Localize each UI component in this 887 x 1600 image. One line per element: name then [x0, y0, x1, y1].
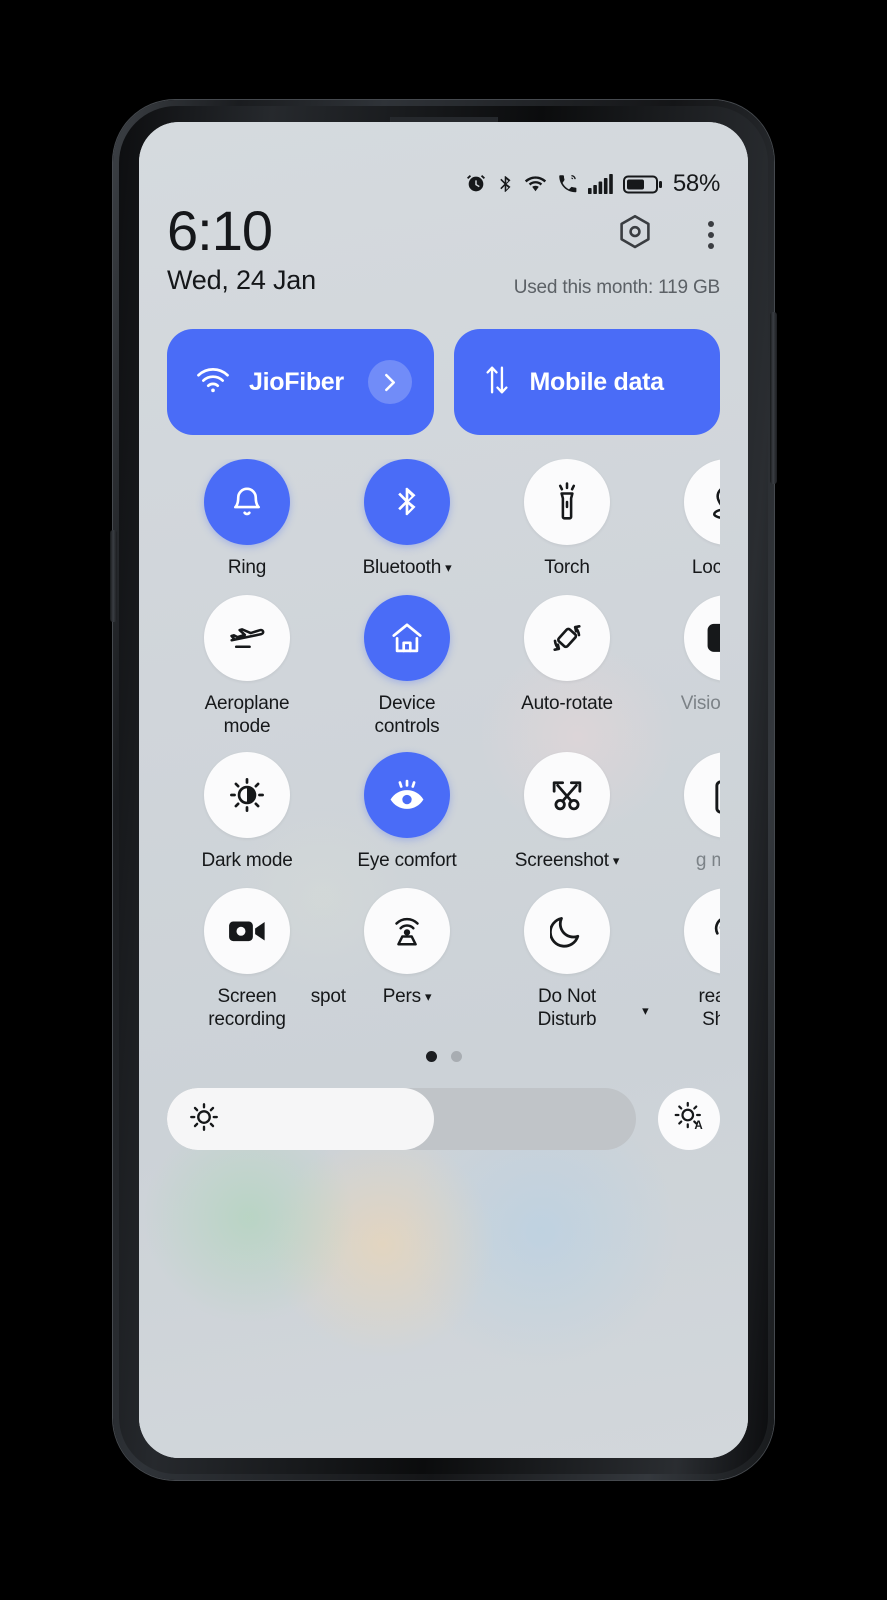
quick-tile-label: Torch: [544, 557, 590, 578]
connectivity-tile-wifi[interactable]: JioFiber: [167, 329, 434, 435]
quick-tiles-grid: Ring Bluetooth ▾ Torch Loc Aeroplane mod…: [167, 459, 720, 1031]
screenshot-root: 58% 6:10 Wed, 24 Jan Used this month: 11…: [0, 0, 887, 1600]
quick-tile-label: Location: [691, 557, 720, 578]
wifi-expand-chevron-icon[interactable]: [367, 360, 412, 404]
quick-tile-screenshot[interactable]: Screenshot ▾: [487, 752, 647, 874]
saving-mode-tile-circle[interactable]: [684, 752, 720, 839]
quick-tile-bluetooth[interactable]: Bluetooth ▾: [327, 459, 487, 581]
quick-tile-saving-mode[interactable]: ɡ mode: [647, 752, 720, 874]
alarm-icon: [465, 173, 487, 195]
quick-tile-device-controls[interactable]: Device controls: [327, 594, 487, 738]
quick-tile-label: Vision Engi: [680, 692, 720, 714]
quick-tile-personal-hotspot[interactable]: spot Pers ▾: [311, 887, 487, 1031]
chevron-down-icon[interactable]: ▾: [445, 556, 452, 581]
brightness-row: A: [167, 1088, 720, 1151]
quick-tile-eye-comfort[interactable]: Eye comfort: [327, 752, 487, 874]
quick-tile-label: Screenshot ▾: [515, 849, 620, 874]
quick-tile-aeroplane-mode[interactable]: Aeroplane mode: [167, 594, 327, 738]
quick-tile-label: Eye comfort: [357, 850, 457, 872]
wifi-network-label: JioFiber: [249, 367, 344, 396]
hex-gear-icon[interactable]: [618, 214, 652, 255]
status-bar: 58%: [167, 122, 720, 197]
torch-tile-circle[interactable]: [524, 459, 610, 545]
quick-tile-label: Auto-rotate: [521, 692, 613, 714]
volume-rocker-button[interactable]: [770, 312, 777, 484]
aeroplane-tile-circle[interactable]: [204, 594, 290, 681]
hotspot-ghost-fragment: spot: [310, 985, 346, 1007]
wifi-icon: [195, 366, 231, 399]
auto-rotate-tile-circle[interactable]: [524, 594, 610, 681]
data-usage-label: Used this month: 119 GB: [513, 277, 720, 298]
quick-tile-label: ɡ mode: [695, 850, 720, 872]
clock-time: 6:10: [167, 199, 273, 262]
header-icon-row: [618, 214, 720, 255]
hotspot-tile-circle[interactable]: [364, 887, 450, 974]
realme-share-tile-circle[interactable]: [684, 887, 720, 974]
mobile-data-label: Mobile data: [529, 367, 665, 396]
quick-tile-label: Screen recording: [208, 985, 286, 1030]
device-controls-tile-circle[interactable]: [364, 594, 450, 681]
battery-icon: [622, 174, 663, 195]
screen-recording-tile-circle[interactable]: [204, 887, 290, 974]
three-dot-menu-icon[interactable]: [702, 220, 720, 249]
quick-tile-do-not-disturb[interactable]: Do Not Disturb ▾: [487, 887, 649, 1031]
quick-tiles-scroll-area[interactable]: Ring Bluetooth ▾ Torch Loc Aeroplane mod…: [167, 459, 720, 1031]
call-wifi-icon: [556, 173, 579, 195]
auto-brightness-button[interactable]: A: [658, 1088, 720, 1151]
signal-icon: [587, 174, 614, 194]
dark-mode-tile-circle[interactable]: [204, 752, 290, 839]
brightness-slider-fill: [167, 1088, 435, 1151]
header-actions: Used this month: 119 GB: [514, 202, 720, 299]
data-transfer-icon: [482, 364, 512, 401]
power-button[interactable]: [110, 530, 117, 622]
page-dot[interactable]: [450, 1051, 462, 1063]
eye-comfort-tile-circle[interactable]: [364, 752, 450, 839]
quick-tile-auto-rotate[interactable]: Auto-rotate: [487, 594, 647, 738]
quick-tile-label: realme Share: [698, 985, 720, 1030]
quick-tile-label: Ring: [227, 557, 267, 578]
panel-header: 6:10 Wed, 24 Jan Used this month: 119 GB: [167, 202, 720, 299]
clock-date: Wed, 24 Jan: [167, 265, 316, 296]
location-tile-circle[interactable]: [684, 459, 720, 545]
connectivity-tile-mobile-data[interactable]: Mobile data: [453, 329, 720, 435]
quick-tile-realme-share[interactable]: realme Share: [647, 887, 720, 1031]
quick-tile-torch[interactable]: Torch: [487, 459, 647, 581]
quick-tile-screen-recording[interactable]: Screen recording: [167, 887, 327, 1031]
quick-tile-dark-mode[interactable]: Dark mode: [167, 752, 327, 874]
quick-tile-label: Device controls: [374, 692, 440, 737]
page-dot-active[interactable]: [425, 1051, 437, 1063]
ring-tile-circle[interactable]: [204, 459, 290, 545]
quick-settings-panel: 58% 6:10 Wed, 24 Jan Used this month: 11…: [139, 122, 748, 1458]
chevron-down-icon[interactable]: ▾: [642, 999, 649, 1024]
dnd-tile-circle[interactable]: [524, 887, 610, 974]
bluetooth-icon: [496, 173, 515, 195]
bluetooth-tile-circle[interactable]: [364, 459, 450, 545]
wifi-icon: [524, 174, 547, 194]
quick-tile-location[interactable]: Location: [647, 459, 720, 581]
brightness-slider[interactable]: [167, 1088, 636, 1151]
connectivity-row: JioFiber Mobile data: [167, 329, 720, 435]
page-indicator[interactable]: [167, 1051, 720, 1063]
quick-tile-label: Dark mode: [201, 850, 293, 872]
svg-text:A: A: [694, 1119, 703, 1131]
chevron-down-icon[interactable]: ▾: [613, 849, 620, 874]
clock-block: 6:10 Wed, 24 Jan: [167, 202, 316, 296]
chevron-down-icon[interactable]: ▾: [425, 985, 432, 1010]
quick-tile-label: Aeroplane mode: [204, 692, 290, 737]
battery-percent-label: 58%: [672, 170, 720, 197]
quick-tile-label: spot Pers ▾: [311, 985, 432, 1010]
phone-device-frame: 58% 6:10 Wed, 24 Jan Used this month: 11…: [110, 100, 777, 1480]
sun-icon: [189, 1102, 219, 1137]
quick-tile-label: Do Not Disturb ▾: [537, 985, 649, 1030]
vision-engine-tile-circle[interactable]: [684, 594, 720, 681]
sun-auto-icon: A: [673, 1101, 705, 1138]
quick-tile-ring[interactable]: Ring: [167, 459, 327, 581]
quick-tile-vision-engine[interactable]: Vision Engi: [647, 594, 720, 738]
quick-tile-label: Bluetooth ▾: [363, 556, 452, 581]
phone-screen: 58% 6:10 Wed, 24 Jan Used this month: 11…: [139, 122, 748, 1458]
screenshot-tile-circle[interactable]: [524, 752, 610, 839]
